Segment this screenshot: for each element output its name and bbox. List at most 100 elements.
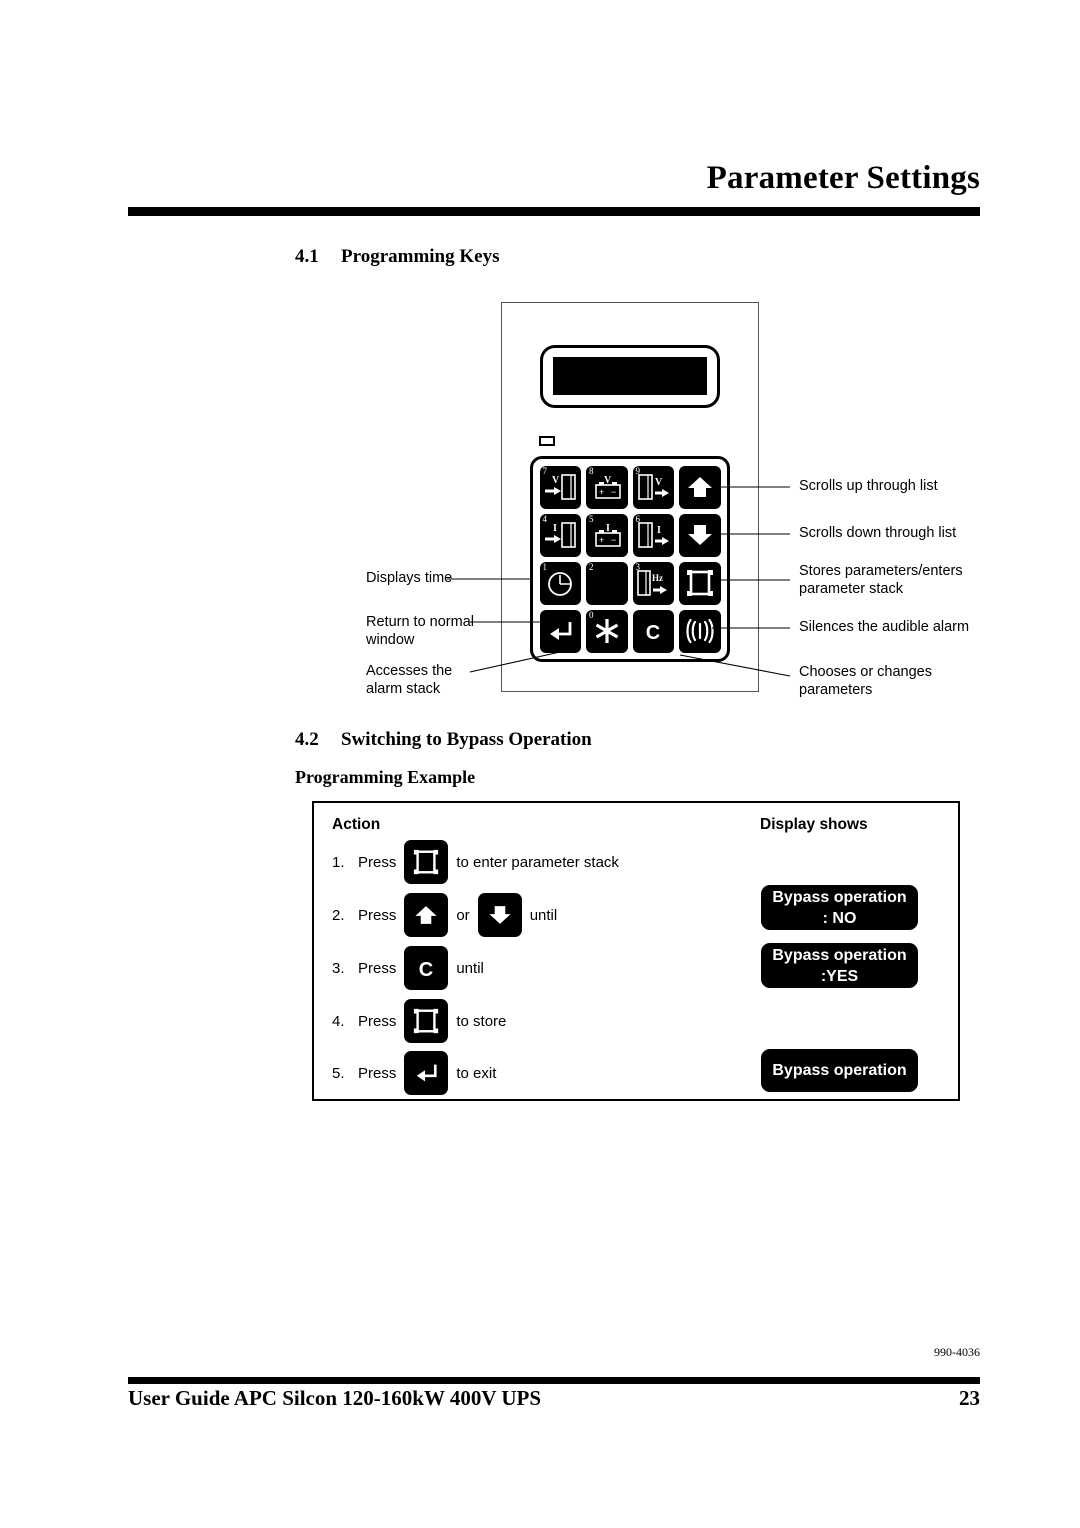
press-label: Press (358, 1012, 397, 1030)
key-silence-alarm[interactable] (679, 609, 721, 653)
key-number-label: 1 (542, 561, 548, 572)
letter-c-icon: C (640, 617, 666, 645)
svg-text:+: + (599, 487, 604, 497)
store-frame-icon[interactable] (404, 999, 449, 1043)
column-header-display: Display shows (760, 816, 868, 833)
key-7-input-voltage[interactable]: 7 V (539, 465, 581, 509)
page-title: Parameter Settings (706, 160, 980, 196)
display-line-1: Bypass operation (772, 888, 907, 906)
key-5-battery-current[interactable]: 5 I + − (586, 513, 628, 557)
step-index: 4. (332, 1012, 345, 1030)
display-readout-yes: Bypass operation :YES (761, 943, 918, 988)
svg-text:C: C (419, 959, 433, 981)
step-index: 5. (332, 1064, 345, 1082)
key-6-output-current[interactable]: 6 I (632, 513, 674, 557)
key-c-choose[interactable]: C (632, 609, 674, 653)
footer-guide-title: User Guide APC Silcon 120-160kW 400V UPS (128, 1386, 542, 1410)
key-0-asterisk[interactable]: 0 (586, 609, 628, 653)
key-number-label: 6 (635, 513, 641, 524)
clock-icon (544, 568, 576, 598)
annotation-silence-alarm: Silences the audible alarm (799, 619, 970, 635)
key-number-label: 4 (542, 513, 548, 524)
document-page: Parameter Settings 4.1 Programming Keys 7… (0, 0, 1080, 1528)
press-label: Press (358, 906, 397, 924)
svg-text:I: I (553, 523, 557, 534)
column-header-action: Action (332, 816, 381, 833)
arrow-up-icon (683, 473, 717, 501)
key-9-output-voltage[interactable]: 9 V (632, 465, 674, 509)
section-number: 4.1 (295, 246, 319, 267)
battery-current-icon: I + − (587, 520, 627, 550)
led-indicator (539, 436, 555, 446)
display-readout-no: Bypass operation : NO (761, 885, 918, 930)
enter-return-icon (544, 617, 576, 645)
alarm-sound-icon (683, 617, 717, 645)
key-8-battery-voltage[interactable]: 8 V + − (586, 465, 628, 509)
key-number-label: 2 (589, 561, 594, 572)
key-4-input-current[interactable]: 4 I (539, 513, 581, 557)
display-line-2: : NO (822, 909, 857, 927)
table-row: 1. Press to enter parameter stack (332, 836, 619, 888)
display-readout-plain: Bypass operation (761, 1049, 918, 1092)
table-row: 4. Press to store (332, 995, 506, 1047)
annotation-store-parameters: Stores parameters/enters parameter stack (799, 563, 963, 597)
section-heading-4-2: 4.2 Switching to Bypass Operation (295, 729, 592, 751)
svg-text:+: + (599, 535, 604, 545)
step-tail-text: to exit (456, 1064, 497, 1082)
arrow-down-icon (683, 521, 717, 549)
table-row: 3. Press C until (332, 942, 484, 994)
header-rule (128, 207, 980, 216)
svg-text:V: V (655, 477, 663, 488)
key-number-label: 3 (635, 561, 641, 572)
press-label: Press (358, 959, 397, 977)
enter-return-icon[interactable] (404, 1051, 449, 1095)
svg-text:−: − (611, 535, 616, 545)
svg-text:V: V (552, 475, 560, 486)
annotation-scroll-down: Scrolls down through list (799, 525, 957, 541)
svg-text:−: − (611, 487, 616, 497)
key-number-label: 8 (589, 465, 594, 476)
voltage-output-cabinet-icon: V (633, 472, 673, 502)
voltage-input-cabinet-icon: V (540, 472, 580, 502)
key-3-output-frequency[interactable]: 3 Hz (632, 561, 674, 605)
annotation-return-normal: Return to normal window (366, 614, 474, 648)
battery-voltage-icon: V + − (587, 472, 627, 502)
store-frame-icon (684, 568, 716, 598)
key-store-parameter[interactable] (679, 561, 721, 605)
lcd-screen (553, 357, 707, 395)
subsection-heading: Programming Example (295, 767, 476, 787)
keypad: 7 V 8 V + − 9 V 4 I 5 I + − 6 I 1 2 3 Hz… (530, 456, 730, 662)
key-number-label: 7 (542, 465, 548, 476)
section-heading-4-1: 4.1 Programming Keys (295, 246, 500, 268)
key-number-label: 9 (635, 465, 641, 476)
annotation-alarm-stack: Accesses the alarm stack (366, 663, 453, 697)
step-tail-text: to store (456, 1012, 507, 1030)
display-line-1: Bypass operation (772, 1062, 907, 1079)
annotation-choose-parameters: Chooses or changes parameters (799, 664, 932, 698)
annotation-scroll-up: Scrolls up through list (799, 478, 938, 494)
key-number-label: 0 (589, 609, 594, 620)
step-tail-text: until (456, 959, 484, 977)
step-tail-text: to enter parameter stack (456, 853, 619, 871)
key-2-blank[interactable]: 2 (586, 561, 628, 605)
step-index: 3. (332, 959, 345, 977)
frequency-output-cabinet-icon: Hz (633, 568, 673, 598)
display-line-2: :YES (820, 967, 859, 985)
arrow-down-icon[interactable] (477, 893, 522, 937)
display-line-1: Bypass operation (772, 946, 907, 964)
step-index: 1. (332, 853, 345, 871)
callout-leader-lines (447, 486, 791, 677)
svg-text:I: I (657, 525, 661, 536)
letter-c-icon[interactable]: C (404, 946, 449, 990)
arrow-up-icon[interactable] (404, 893, 449, 937)
key-enter-return[interactable] (539, 609, 581, 653)
svg-text:C: C (646, 622, 660, 644)
store-frame-icon[interactable] (404, 840, 449, 884)
current-output-cabinet-icon: I (633, 520, 673, 550)
key-1-clock[interactable]: 1 (539, 561, 581, 605)
key-scroll-down[interactable] (679, 513, 721, 557)
key-scroll-up[interactable] (679, 465, 721, 509)
step-index: 2. (332, 906, 345, 924)
document-number: 990-4036 (934, 1345, 980, 1359)
press-label: Press (358, 1064, 397, 1082)
